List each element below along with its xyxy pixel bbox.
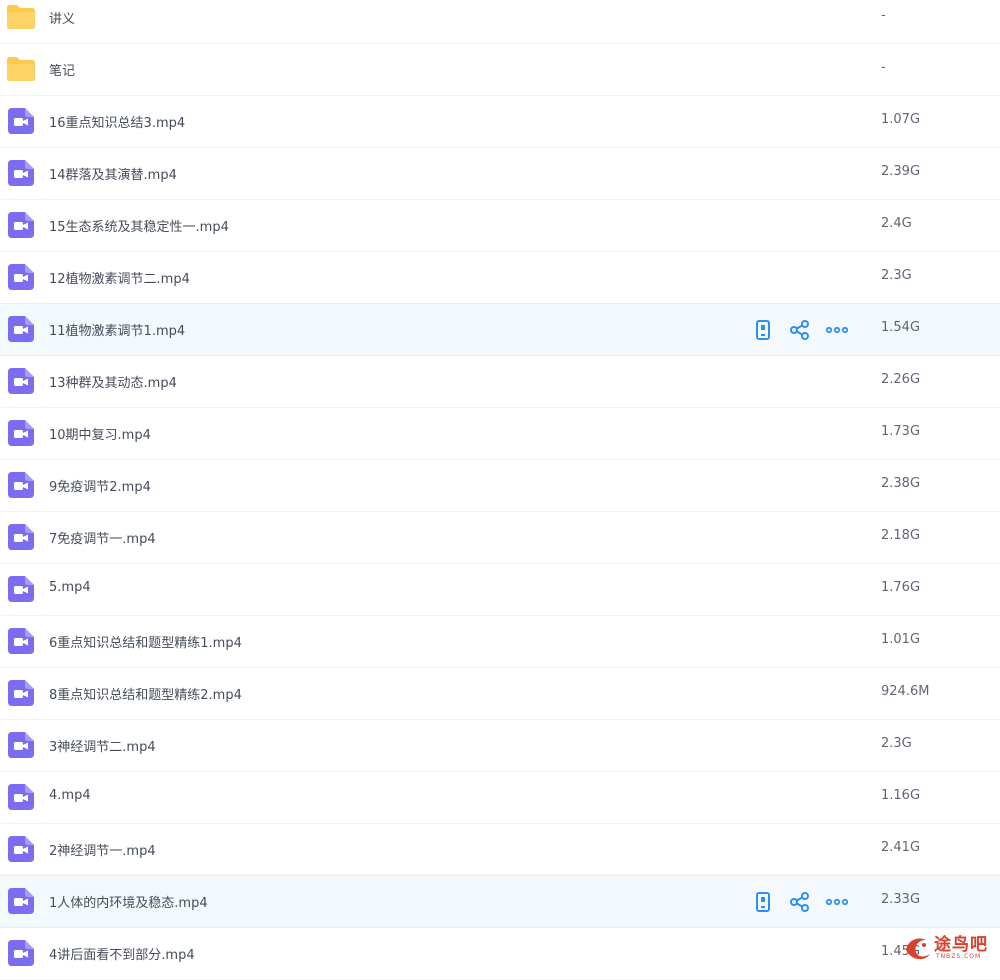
file-name[interactable]: 9免疫调节2.mp4: [49, 476, 151, 495]
video-file-icon: [6, 108, 36, 134]
share-icon[interactable]: [789, 319, 811, 341]
file-list: 讲义 - 笔记 - 16重点知识总结3.mp4 1.07G 14群落及其演替.mp4 2.39…: [0, 0, 1000, 980]
file-name[interactable]: 6重点知识总结和题型精练1.mp4: [49, 632, 242, 651]
video-file-icon: [6, 836, 36, 862]
file-name[interactable]: 1人体的内环境及稳态.mp4: [49, 892, 208, 911]
file-name[interactable]: 3神经调节二.mp4: [49, 736, 156, 755]
watermark-subtext: TNBZS.COM: [936, 953, 982, 960]
file-name[interactable]: 16重点知识总结3.mp4: [49, 112, 185, 131]
file-size: 2.41G: [881, 840, 921, 855]
bird-logo-icon: [906, 938, 930, 960]
file-name[interactable]: 11植物激素调节1.mp4: [49, 320, 185, 339]
file-row[interactable]: 8重点知识总结和题型精练2.mp4 924.6M: [0, 668, 1000, 720]
video-file-icon: [6, 576, 36, 602]
file-name[interactable]: 7免疫调节一.mp4: [49, 528, 156, 547]
share-icon[interactable]: [789, 891, 811, 913]
file-name[interactable]: 10期中复习.mp4: [49, 424, 151, 443]
file-row[interactable]: 4讲后面看不到部分.mp4 1.45G: [0, 928, 1000, 980]
file-row[interactable]: 16重点知识总结3.mp4 1.07G: [0, 96, 1000, 148]
file-size: 2.4G: [881, 216, 912, 231]
file-size: 2.33G: [881, 892, 921, 907]
file-row[interactable]: 9免疫调节2.mp4 2.38G: [0, 460, 1000, 512]
video-file-icon: [6, 524, 36, 550]
more-icon[interactable]: [826, 319, 848, 341]
file-row[interactable]: 3神经调节二.mp4 2.3G: [0, 720, 1000, 772]
file-row[interactable]: 10期中复习.mp4 1.73G: [0, 408, 1000, 460]
file-name[interactable]: 15生态系统及其稳定性一.mp4: [49, 216, 229, 235]
file-name[interactable]: 14群落及其演替.mp4: [49, 164, 177, 183]
file-size: 2.3G: [881, 268, 912, 283]
file-size: 2.3G: [881, 736, 912, 751]
watermark-text: 途鸟吧: [934, 935, 988, 955]
file-row[interactable]: 7免疫调节一.mp4 2.18G: [0, 512, 1000, 564]
file-size: 2.39G: [881, 164, 921, 179]
file-row[interactable]: 11植物激素调节1.mp4 1.54G: [0, 303, 1000, 356]
video-file-icon: [6, 160, 36, 186]
folder-row[interactable]: 笔记 -: [0, 44, 1000, 96]
file-size: -: [881, 8, 886, 23]
video-file-icon: [6, 680, 36, 706]
file-name[interactable]: 12植物激素调节二.mp4: [49, 268, 190, 287]
video-file-icon: [6, 212, 36, 238]
row-actions: [752, 891, 848, 913]
file-size: 1.16G: [881, 788, 921, 803]
phone-icon[interactable]: [752, 891, 774, 913]
file-name[interactable]: 5.mp4: [49, 580, 91, 595]
video-file-icon: [6, 888, 36, 914]
row-actions: [752, 319, 848, 341]
file-name[interactable]: 8重点知识总结和题型精练2.mp4: [49, 684, 242, 703]
file-size: 2.26G: [881, 372, 921, 387]
video-file-icon: [6, 784, 36, 810]
file-row[interactable]: 13种群及其动态.mp4 2.26G: [0, 356, 1000, 408]
video-file-icon: [6, 732, 36, 758]
video-file-icon: [6, 940, 36, 966]
video-file-icon: [6, 316, 36, 342]
video-file-icon: [6, 368, 36, 394]
file-name[interactable]: 4讲后面看不到部分.mp4: [49, 944, 195, 963]
file-row[interactable]: 6重点知识总结和题型精练1.mp4 1.01G: [0, 616, 1000, 668]
file-size: 1.01G: [881, 632, 921, 647]
file-row[interactable]: 4.mp4 1.16G: [0, 772, 1000, 824]
file-size: 924.6M: [881, 684, 930, 699]
folder-row[interactable]: 讲义 -: [0, 0, 1000, 44]
file-size: 1.76G: [881, 580, 921, 595]
file-size: 1.07G: [881, 112, 921, 127]
video-file-icon: [6, 628, 36, 654]
file-size: 2.38G: [881, 476, 921, 491]
file-row[interactable]: 15生态系统及其稳定性一.mp4 2.4G: [0, 200, 1000, 252]
file-row[interactable]: 2神经调节一.mp4 2.41G: [0, 824, 1000, 876]
file-name[interactable]: 2神经调节一.mp4: [49, 840, 156, 859]
file-name[interactable]: 讲义: [49, 8, 75, 27]
video-file-icon: [6, 264, 36, 290]
folder-icon: [6, 4, 36, 30]
phone-icon[interactable]: [752, 319, 774, 341]
file-row[interactable]: 1人体的内环境及稳态.mp4 2.33G: [0, 875, 1000, 928]
file-name[interactable]: 4.mp4: [49, 788, 91, 803]
file-row[interactable]: 5.mp4 1.76G: [0, 564, 1000, 616]
file-size: 2.18G: [881, 528, 921, 543]
file-row[interactable]: 12植物激素调节二.mp4 2.3G: [0, 252, 1000, 304]
folder-icon: [6, 56, 36, 82]
file-size: -: [881, 60, 886, 75]
file-row[interactable]: 14群落及其演替.mp4 2.39G: [0, 148, 1000, 200]
file-size: 1.54G: [881, 320, 921, 335]
video-file-icon: [6, 420, 36, 446]
video-file-icon: [6, 472, 36, 498]
file-name[interactable]: 13种群及其动态.mp4: [49, 372, 177, 391]
more-icon[interactable]: [826, 891, 848, 913]
file-size: 1.73G: [881, 424, 921, 439]
watermark: 途鸟吧 TNBZS.COM: [902, 928, 1000, 965]
file-name[interactable]: 笔记: [49, 60, 75, 79]
